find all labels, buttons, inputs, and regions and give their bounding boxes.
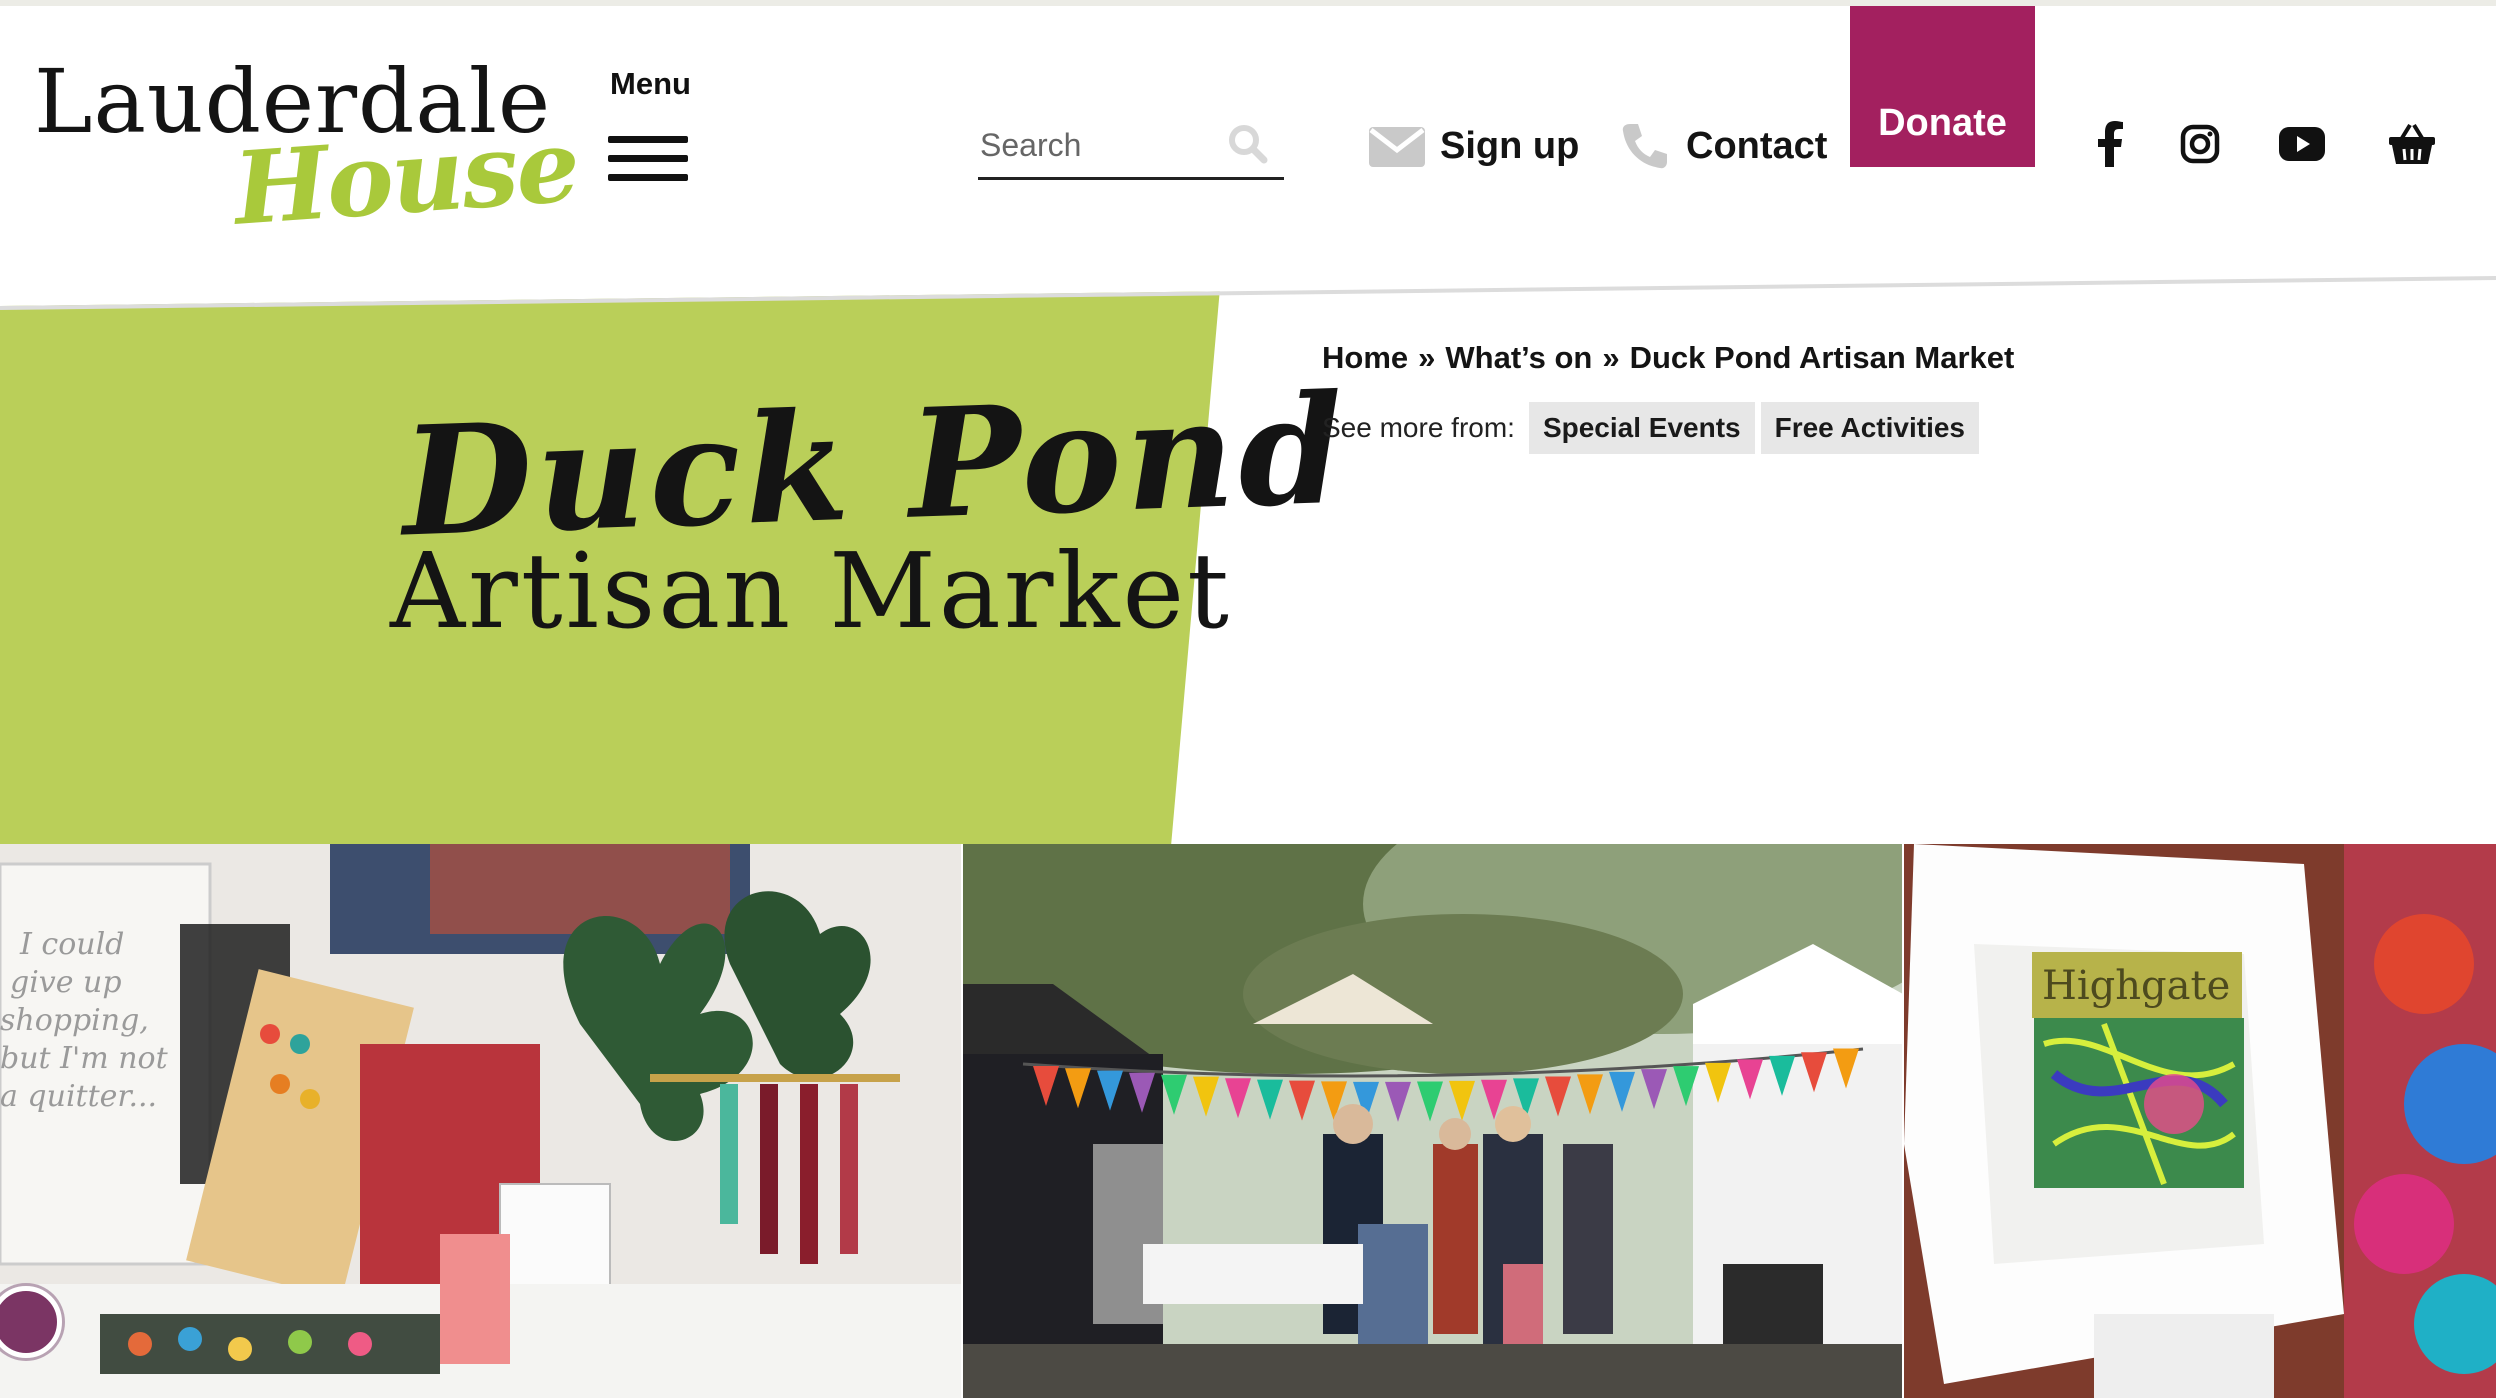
print-title-text: Highgate bbox=[2042, 963, 2230, 1009]
hamburger-icon-bar-2 bbox=[608, 155, 688, 162]
donate-button[interactable]: Donate bbox=[1850, 6, 2035, 167]
breadcrumb-whats-on[interactable]: What’s on bbox=[1445, 340, 1592, 376]
breadcrumb-current: Duck Pond Artisan Market bbox=[1629, 340, 2015, 375]
market-photo-highgate-print: Highgate bbox=[1904, 844, 2496, 1398]
menu-button[interactable]: Menu bbox=[606, 66, 692, 196]
search-box bbox=[978, 114, 1284, 180]
contact-label: Contact bbox=[1686, 124, 1828, 167]
hero-title-serif: Artisan Market bbox=[390, 530, 1232, 652]
phone-icon bbox=[1622, 124, 1667, 169]
breadcrumb-home[interactable]: Home bbox=[1322, 340, 1408, 376]
signup-label: Sign up bbox=[1440, 124, 1580, 167]
see-more-label: See more from: bbox=[1322, 412, 1515, 443]
envelope-icon bbox=[1369, 127, 1425, 167]
menu-label: Menu bbox=[610, 66, 691, 101]
tag-special-events[interactable]: Special Events bbox=[1528, 402, 1755, 454]
logo-wordmark-bottom: House bbox=[230, 106, 582, 248]
signup-link[interactable]: Sign up bbox=[1368, 116, 1579, 176]
youtube-icon[interactable] bbox=[2276, 118, 2328, 170]
market-photo-stalls-bunting bbox=[963, 844, 1903, 1398]
facebook-icon[interactable] bbox=[2084, 118, 2136, 170]
market-photo-jewellery-stall: I could give up shopping, but I'm not a quit… bbox=[0, 844, 962, 1398]
contact-link[interactable]: Contact bbox=[1620, 116, 1827, 176]
see-more-from: See more from: Special Events Free Activ… bbox=[1322, 402, 1979, 454]
header-angled-edge bbox=[0, 250, 2496, 310]
breadcrumb-separator: » bbox=[1418, 340, 1436, 375]
tag-free-activities[interactable]: Free Activities bbox=[1760, 402, 1979, 454]
site-logo[interactable]: Lauderdale House bbox=[34, 50, 582, 248]
search-input[interactable] bbox=[980, 122, 1220, 168]
breadcrumb-separator: » bbox=[1602, 340, 1620, 375]
basket-icon[interactable] bbox=[2384, 118, 2440, 170]
search-icon[interactable] bbox=[1226, 122, 1270, 166]
breadcrumb: Home » What’s on » Duck Pond Artisan Mar… bbox=[1322, 340, 2014, 376]
hamburger-icon-bar-1 bbox=[608, 136, 688, 143]
photo-strip: I could give up shopping, but I'm not a quit… bbox=[0, 844, 2496, 1398]
instagram-icon[interactable] bbox=[2174, 118, 2226, 170]
hamburger-icon-bar-3 bbox=[608, 174, 688, 181]
